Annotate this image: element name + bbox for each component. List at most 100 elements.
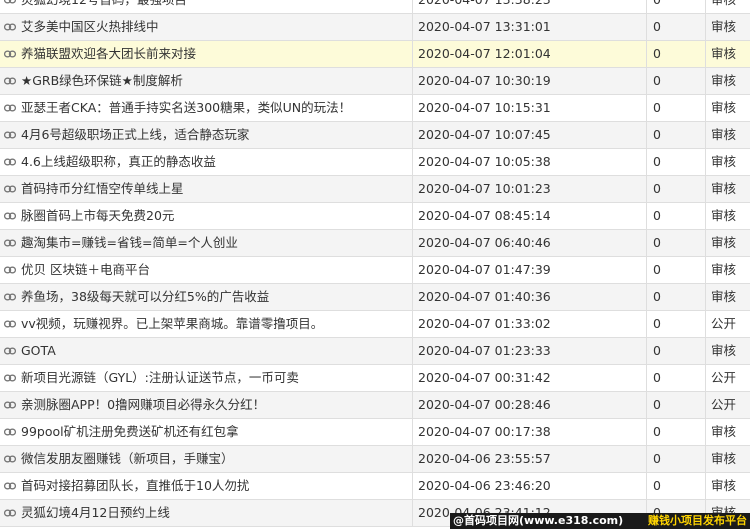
row-title-link[interactable]: 养鱼场，38级每天就可以分红5%的广告收益 (21, 284, 269, 310)
row-title-cell[interactable]: 脉圈首码上市每天免费20元 (0, 203, 413, 229)
link-icon (4, 347, 16, 355)
row-title-cell[interactable]: vv视频，玩赚视界。已上架苹果商城。靠谱零撸项目。 (0, 311, 413, 337)
row-title-cell[interactable]: 艾多美中国区火热排线中 (0, 14, 413, 40)
row-title-link[interactable]: 养猫联盟欢迎各大团长前来对接 (21, 41, 196, 67)
row-title-cell[interactable]: 首码对接招募团队长，直推低于10人勿扰 (0, 473, 413, 499)
row-title-link[interactable]: 4.6上线超级职称，真正的静态收益 (21, 149, 216, 175)
row-count: 0 (647, 203, 706, 229)
table-row[interactable]: 优贝 区块链＋电商平台 2020-04-07 01:47:39 0 审核 (0, 257, 750, 284)
link-icon (4, 374, 16, 382)
row-title-link[interactable]: 灵狐幻境4月12日预约上线 (21, 500, 170, 526)
row-title-link[interactable]: 趣淘集市=赚钱=省钱=简单=个人创业 (21, 230, 238, 256)
row-title-link[interactable]: ★GRB绿色环保链★制度解析 (21, 68, 183, 94)
row-title-cell[interactable]: 优贝 区块链＋电商平台 (0, 257, 413, 283)
table-row[interactable]: 养猫联盟欢迎各大团长前来对接 2020-04-07 12:01:04 0 审核 (0, 41, 750, 68)
row-status: 审核 (711, 235, 737, 250)
table-row[interactable]: 4月6号超级职场正式上线，适合静态玩家 2020-04-07 10:07:45 0 审… (0, 122, 750, 149)
link-icon (4, 131, 16, 139)
row-date: 2020-04-07 00:17:38 (413, 419, 647, 445)
row-title-link[interactable]: 优贝 区块链＋电商平台 (21, 257, 150, 283)
link-icon (4, 50, 16, 58)
row-title-cell[interactable]: ★GRB绿色环保链★制度解析 (0, 68, 413, 94)
row-date: 2020-04-07 08:45:14 (413, 203, 647, 229)
row-status: 公开 (711, 316, 737, 331)
site-watermark: @首码项目网(www.e318.com) 赚钱小项目发布平台 (450, 513, 750, 529)
row-date: 2020-04-07 01:23:33 (413, 338, 647, 364)
row-date: 2020-04-06 23:55:57 (413, 446, 647, 472)
table-row[interactable]: 灵狐幻境12号首码，最强项目 2020-04-07 13:38:230审核 (0, 0, 750, 14)
row-status: 审核 (711, 343, 737, 358)
link-icon (4, 266, 16, 274)
row-status: 审核 (711, 46, 737, 61)
row-count: 0 (647, 257, 706, 283)
row-title-cell[interactable]: 养鱼场，38级每天就可以分红5%的广告收益 (0, 284, 413, 310)
row-status: 审核 (711, 289, 737, 304)
row-title-cell[interactable]: 亲测脉圈APP！0撸网赚项目必得永久分红！ (0, 392, 413, 418)
row-status: 审核 (711, 424, 737, 439)
row-title-link[interactable]: 灵狐幻境12号首码，最强项目 (21, 0, 187, 13)
row-title-link[interactable]: 99pool矿机注册免费送矿机还有红包拿 (21, 419, 239, 445)
row-title-link[interactable]: 4月6号超级职场正式上线，适合静态玩家 (21, 122, 249, 148)
row-status: 审核 (711, 208, 737, 223)
row-title-cell[interactable]: 4月6号超级职场正式上线，适合静态玩家 (0, 122, 413, 148)
table-row[interactable]: 首码对接招募团队长，直推低于10人勿扰 2020-04-06 23:46:20 0 审… (0, 473, 750, 500)
link-icon (4, 185, 16, 193)
table-row[interactable]: ★GRB绿色环保链★制度解析 2020-04-07 10:30:19 0 审核 (0, 68, 750, 95)
row-title-link[interactable]: 新项目光源链（GYL）:注册认证送节点，一币可卖 (21, 365, 299, 391)
row-status: 公开 (711, 397, 737, 412)
row-title-cell[interactable]: 灵狐幻境12号首码，最强项目 (0, 0, 413, 13)
project-list-table: 灵狐幻境12号首码，最强项目2020-04-07 13:38:230审核艾多美中… (0, 0, 750, 527)
row-date: 2020-04-07 01:47:39 (413, 257, 647, 283)
row-count: 0 (647, 0, 706, 13)
row-count: 0 (647, 68, 706, 94)
row-title-cell[interactable]: 4.6上线超级职称，真正的静态收益 (0, 149, 413, 175)
row-title-link[interactable]: 首码持币分红悟空传单线上星 (21, 176, 184, 202)
row-status: 审核 (711, 100, 737, 115)
row-count: 0 (647, 284, 706, 310)
link-icon (4, 482, 16, 490)
table-row[interactable]: 新项目光源链（GYL）:注册认证送节点，一币可卖 2020-04-07 00:31… (0, 365, 750, 392)
table-row[interactable]: 趣淘集市=赚钱=省钱=简单=个人创业 2020-04-07 06:40:46 0 审核 (0, 230, 750, 257)
row-title-cell[interactable]: 趣淘集市=赚钱=省钱=简单=个人创业 (0, 230, 413, 256)
row-status: 审核 (711, 478, 737, 493)
row-title-link[interactable]: 亚瑟王者CKA：普通手持实名送300糖果，类似UN的玩法！ (21, 95, 351, 121)
link-icon (4, 239, 16, 247)
table-row[interactable]: vv视频，玩赚视界。已上架苹果商城。靠谱零撸项目。 2020-04-07 01:3… (0, 311, 750, 338)
row-title-link[interactable]: vv视频，玩赚视界。已上架苹果商城。靠谱零撸项目。 (21, 311, 323, 337)
row-count: 0 (647, 149, 706, 175)
table-row[interactable]: GOTA 2020-04-07 01:23:33 0 审核 (0, 338, 750, 365)
row-title-cell[interactable]: 首码持币分红悟空传单线上星 (0, 176, 413, 202)
row-title-cell[interactable]: 99pool矿机注册免费送矿机还有红包拿 (0, 419, 413, 445)
row-title-link[interactable]: 脉圈首码上市每天免费20元 (21, 203, 174, 229)
row-count: 0 (647, 122, 706, 148)
table-row[interactable]: 艾多美中国区火热排线中 2020-04-07 13:31:01 0 审核 (0, 14, 750, 41)
row-count: 0 (647, 41, 706, 67)
table-row[interactable]: 亚瑟王者CKA：普通手持实名送300糖果，类似UN的玩法！ 2020-04-07 … (0, 95, 750, 122)
table-row[interactable]: 微信发朋友圈赚钱（新项目，手赚宝） 2020-04-06 23:55:57 0 审核 (0, 446, 750, 473)
row-status: 审核 (711, 73, 737, 88)
row-date: 2020-04-07 01:33:02 (413, 311, 647, 337)
row-title-link[interactable]: 微信发朋友圈赚钱（新项目，手赚宝） (21, 446, 234, 472)
row-date: 2020-04-07 10:05:38 (413, 149, 647, 175)
row-count: 0 (647, 311, 706, 337)
row-date: 2020-04-06 23:46:20 (413, 473, 647, 499)
row-date: 2020-04-07 10:07:45 (413, 122, 647, 148)
row-title-cell[interactable]: 亚瑟王者CKA：普通手持实名送300糖果，类似UN的玩法！ (0, 95, 413, 121)
row-title-link[interactable]: 艾多美中国区火热排线中 (21, 14, 159, 40)
row-title-cell[interactable]: 养猫联盟欢迎各大团长前来对接 (0, 41, 413, 67)
row-title-cell[interactable]: GOTA (0, 338, 413, 364)
table-row[interactable]: 亲测脉圈APP！0撸网赚项目必得永久分红！ 2020-04-07 00:28:46… (0, 392, 750, 419)
table-row[interactable]: 4.6上线超级职称，真正的静态收益 2020-04-07 10:05:38 0 审核 (0, 149, 750, 176)
link-icon (4, 293, 16, 301)
row-title-link[interactable]: 亲测脉圈APP！0撸网赚项目必得永久分红！ (21, 392, 265, 418)
row-title-cell[interactable]: 微信发朋友圈赚钱（新项目，手赚宝） (0, 446, 413, 472)
row-title-link[interactable]: GOTA (21, 338, 56, 364)
table-row[interactable]: 养鱼场，38级每天就可以分红5%的广告收益 2020-04-07 01:40:36… (0, 284, 750, 311)
table-row[interactable]: 脉圈首码上市每天免费20元 2020-04-07 08:45:14 0 审核 (0, 203, 750, 230)
table-row[interactable]: 首码持币分红悟空传单线上星 2020-04-07 10:01:23 0 审核 (0, 176, 750, 203)
row-status: 审核 (711, 262, 737, 277)
row-title-link[interactable]: 首码对接招募团队长，直推低于10人勿扰 (21, 473, 249, 499)
table-row[interactable]: 99pool矿机注册免费送矿机还有红包拿 2020-04-07 00:17:38 0… (0, 419, 750, 446)
row-title-cell[interactable]: 新项目光源链（GYL）:注册认证送节点，一币可卖 (0, 365, 413, 391)
row-title-cell[interactable]: 灵狐幻境4月12日预约上线 (0, 500, 413, 526)
